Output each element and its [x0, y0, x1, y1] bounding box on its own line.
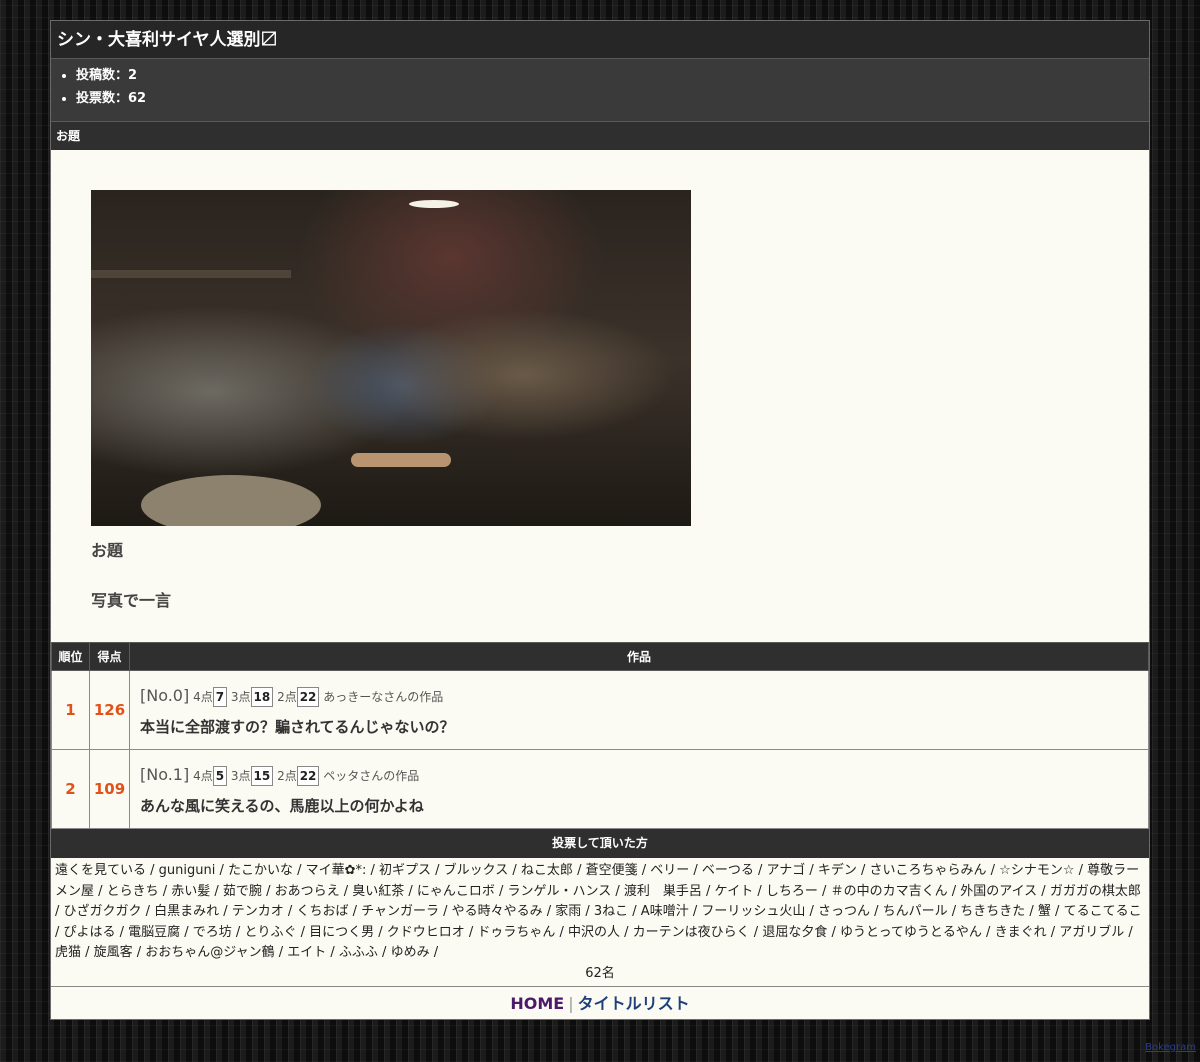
- points-2-label: 2点: [277, 689, 297, 704]
- work-meta: [No.0] 4点 7 3点 18 2点 22 あっきーなさんの作品: [140, 684, 1138, 708]
- odai-header: お題: [51, 122, 1149, 150]
- odai-label: お題: [91, 541, 124, 560]
- points-3-count: 18: [250, 686, 274, 707]
- nav-separator: |: [568, 994, 574, 1013]
- work-meta: [No.1] 4点 5 3点 15 2点 22 ペッタさんの作品: [140, 763, 1138, 787]
- work-caption: 本当に全部渡すの？騙されてるんじゃないの？: [140, 717, 455, 736]
- work-number: [No.1]: [140, 764, 190, 784]
- points-2-label: 2点: [277, 768, 297, 783]
- voters-section: 遠くを見ている / guniguni / たこかいな / マイ華✿*: / 初ギ…: [51, 858, 1149, 986]
- points-4-label: 4点: [193, 768, 213, 783]
- voters-header: 投票して頂いた方: [51, 829, 1149, 858]
- odai-section: お題 写真で一言: [51, 150, 1149, 642]
- work-author: あっきーなさんの作品: [323, 689, 444, 704]
- points-4-label: 4点: [193, 689, 213, 704]
- score-cell: 126: [89, 670, 130, 750]
- points-3-count: 15: [250, 765, 274, 786]
- kitchen-shelf: [91, 270, 291, 278]
- work-cell: [No.0] 4点 7 3点 18 2点 22 あっきーなさんの作品 本当に全部渡すの…: [129, 670, 1149, 750]
- points-3-label: 3点: [230, 768, 251, 783]
- vote-count: 投票数：62: [76, 87, 1149, 110]
- main-panel: シン・大喜利サイヤ人選別〼 投稿数：2 投票数：62 お題 お題 写真で一言 順…: [50, 20, 1150, 1020]
- points-4-count: 5: [212, 765, 228, 786]
- work-caption: あんな風に笑えるの、馬鹿以上の何かよね: [140, 796, 424, 815]
- rolling-pin: [351, 453, 451, 467]
- points-4-count: 7: [212, 686, 228, 707]
- voters-list: 遠くを見ている / guniguni / たこかいな / マイ華✿*: / 初ギ…: [55, 863, 1142, 960]
- voters-count: 62名: [585, 965, 615, 981]
- post-count: 投稿数：2: [76, 64, 1149, 87]
- points-2-count: 22: [296, 686, 320, 707]
- credit-link[interactable]: Bokegram: [1145, 1042, 1196, 1053]
- score-cell: 109: [89, 749, 130, 829]
- points-2-count: 22: [296, 765, 320, 786]
- points-3-label: 3点: [230, 689, 251, 704]
- page-title: シン・大喜利サイヤ人選別〼: [51, 21, 1149, 59]
- rank-cell: 1: [51, 670, 90, 750]
- work-cell: [No.1] 4点 5 3点 15 2点 22 ペッタさんの作品 あんな風に笑えるの、…: [129, 749, 1149, 829]
- ceiling-light: [409, 200, 459, 208]
- rank-cell: 2: [51, 749, 90, 829]
- table-row: 2 109 [No.1] 4点 5 3点 15 2点 22 ペッタさんの作品 あんな風…: [51, 749, 1149, 829]
- table-row: 1 126 [No.0] 4点 7 3点 18 2点 22 あっきーなさんの作品 本当…: [51, 670, 1149, 750]
- header-work: 作品: [129, 642, 1149, 671]
- title-list-link[interactable]: タイトルリスト: [578, 994, 690, 1013]
- home-link[interactable]: HOME: [510, 994, 564, 1013]
- odai-photo: [91, 190, 691, 526]
- header-rank: 順位: [51, 642, 90, 671]
- work-number: [No.0]: [140, 685, 190, 705]
- footer-nav: HOME | タイトルリスト: [51, 986, 1149, 1019]
- mixing-bowl: [141, 475, 321, 526]
- stats-panel: 投稿数：2 投票数：62: [51, 59, 1149, 122]
- header-score: 得点: [89, 642, 130, 671]
- work-author: ペッタさんの作品: [323, 768, 420, 783]
- results-table: 順位 得点 作品 1 126 [No.0] 4点 7 3点 18 2点 22 あっきー…: [51, 642, 1149, 829]
- odai-text: 写真で一言: [91, 591, 172, 610]
